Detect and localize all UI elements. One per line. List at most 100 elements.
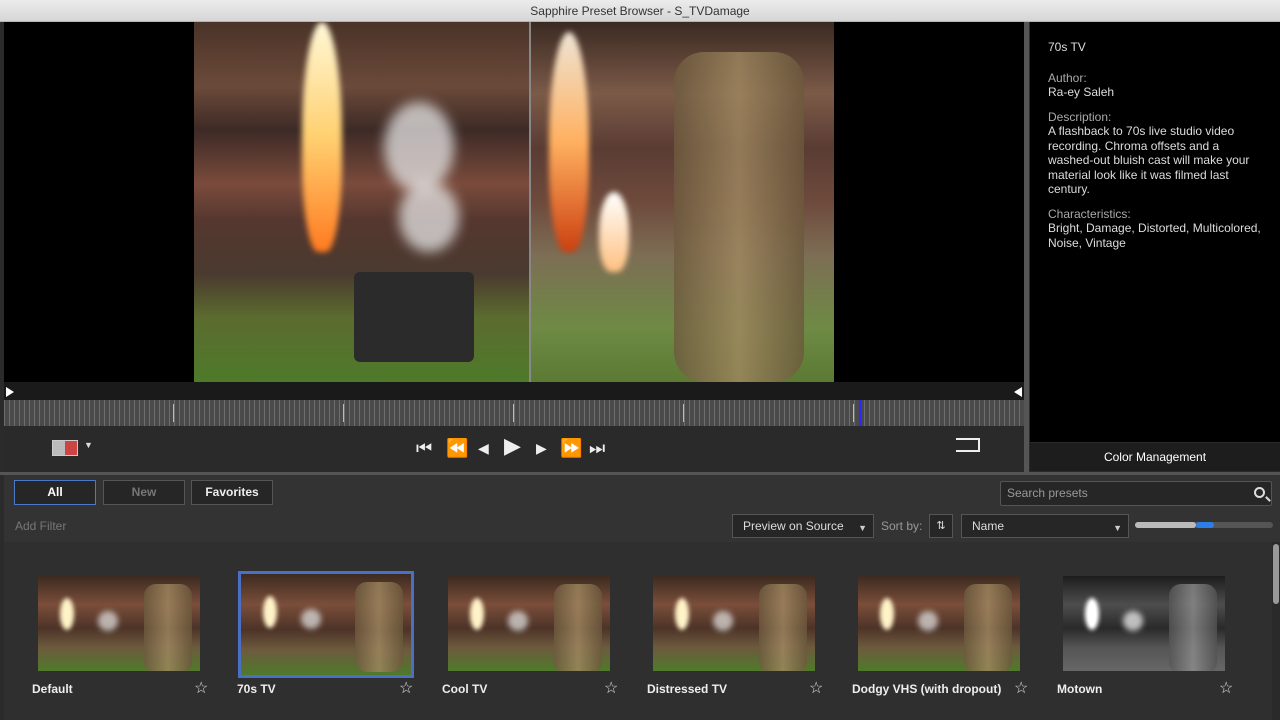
smoke-graphic bbox=[918, 611, 938, 631]
favorite-star-icon[interactable]: ☆ bbox=[604, 681, 618, 697]
preset-grid: Default ☆ 70s TV ☆ Cool TV ☆ Distressed TV ☆ Dod… bbox=[4, 542, 1272, 720]
preset-name: Default bbox=[32, 682, 73, 696]
timeline-tick bbox=[853, 404, 854, 422]
timeline-tick bbox=[173, 404, 174, 422]
preset-name: Cool TV bbox=[442, 682, 488, 696]
cheerleader-graphic bbox=[964, 584, 1012, 671]
preset-thumbnail[interactable] bbox=[653, 576, 815, 671]
smoke-graphic bbox=[713, 611, 733, 631]
slider-fill bbox=[1135, 522, 1196, 528]
preview-viewer bbox=[4, 22, 1024, 382]
timeline-tick bbox=[513, 404, 514, 422]
characteristics-label: Characteristics: bbox=[1048, 206, 1131, 221]
preset-name: Dodgy VHS (with dropout) bbox=[852, 682, 1002, 696]
favorite-star-icon[interactable]: ☆ bbox=[809, 681, 823, 697]
color-management-button[interactable]: Color Management bbox=[1030, 443, 1280, 471]
vehicle-graphic bbox=[354, 272, 474, 362]
tab-all[interactable]: All bbox=[14, 480, 96, 505]
cheerleader-graphic bbox=[554, 584, 602, 671]
flame-graphic bbox=[302, 22, 342, 252]
description-value: A flashback to 70s live studio video rec… bbox=[1048, 124, 1250, 196]
preset-name: Distressed TV bbox=[647, 682, 728, 696]
preset-tile[interactable]: 70s TV ☆ bbox=[237, 571, 432, 720]
preset-tile[interactable]: Dodgy VHS (with dropout) ☆ bbox=[852, 572, 1047, 720]
preset-thumbnail[interactable] bbox=[238, 571, 414, 678]
slider-knob[interactable] bbox=[1195, 522, 1214, 528]
sort-value: Name bbox=[972, 519, 1005, 533]
preset-tile[interactable]: Distressed TV ☆ bbox=[647, 572, 842, 720]
preset-tile[interactable]: Motown ☆ bbox=[1057, 572, 1252, 720]
transport-bar: ▼ ⏮ ⏪ ◀ ▶ ▶ ⏩ ⏭ bbox=[4, 426, 1024, 472]
cheerleader-graphic bbox=[674, 52, 804, 382]
flame-graphic bbox=[60, 598, 74, 630]
tab-favorites[interactable]: Favorites bbox=[191, 480, 273, 505]
search-input[interactable]: Search presets bbox=[1000, 481, 1272, 506]
preset-name: Motown bbox=[1057, 682, 1103, 696]
preset-name: 70s TV bbox=[237, 682, 276, 696]
smoke-graphic bbox=[399, 182, 459, 252]
go-to-end-icon[interactable]: ⏭ bbox=[589, 436, 605, 460]
effect-half bbox=[529, 22, 834, 382]
loop-icon[interactable] bbox=[956, 438, 980, 452]
preset-tile[interactable]: Default ☆ bbox=[32, 572, 227, 720]
preset-thumbnail[interactable] bbox=[448, 576, 610, 671]
favorite-star-icon[interactable]: ☆ bbox=[1219, 681, 1233, 697]
playhead[interactable] bbox=[858, 400, 862, 426]
add-filter-link[interactable]: Add Filter bbox=[15, 519, 66, 533]
cheerleader-graphic bbox=[144, 584, 192, 671]
preset-tile[interactable]: Cool TV ☆ bbox=[442, 572, 637, 720]
frame-forward-icon[interactable]: ▶ bbox=[536, 436, 547, 460]
author-label: Author: bbox=[1048, 70, 1087, 85]
sort-order-icon[interactable]: ⇅ bbox=[929, 514, 953, 538]
preview-frame bbox=[194, 22, 834, 382]
author-value: Ra-ey Saleh bbox=[1048, 85, 1115, 99]
thumbnail-size-slider[interactable] bbox=[1135, 522, 1273, 528]
favorite-star-icon[interactable]: ☆ bbox=[1014, 681, 1028, 697]
search-icon[interactable] bbox=[1254, 487, 1265, 498]
smoke-graphic bbox=[301, 609, 321, 629]
frame-back-icon[interactable]: ◀ bbox=[478, 436, 489, 460]
flame-graphic bbox=[470, 598, 484, 630]
flame-graphic bbox=[549, 32, 589, 252]
sort-select[interactable]: Name ▼ bbox=[961, 514, 1129, 538]
favorite-star-icon[interactable]: ☆ bbox=[399, 681, 413, 697]
preset-thumbnail[interactable] bbox=[38, 576, 200, 671]
play-icon[interactable]: ▶ bbox=[504, 434, 521, 458]
favorite-star-icon[interactable]: ☆ bbox=[194, 681, 208, 697]
split-divider[interactable] bbox=[529, 22, 531, 382]
flame-graphic bbox=[675, 598, 689, 630]
scrollbar-thumb[interactable] bbox=[1273, 544, 1279, 604]
cheerleader-graphic bbox=[1169, 584, 1217, 671]
source-half bbox=[194, 22, 529, 382]
smoke-graphic bbox=[508, 611, 528, 631]
panel-divider[interactable] bbox=[1024, 22, 1029, 472]
chevron-down-icon[interactable]: ▼ bbox=[84, 440, 93, 450]
preset-info-panel: 70s TV Author: Ra-ey Saleh Description: … bbox=[1030, 22, 1280, 442]
chevron-down-icon: ▼ bbox=[858, 523, 867, 533]
window-title: Sapphire Preset Browser - S_TVDamage bbox=[0, 0, 1280, 22]
preset-thumbnail[interactable] bbox=[858, 576, 1020, 671]
tab-new[interactable]: New bbox=[103, 480, 185, 505]
step-forward-icon[interactable]: ⏩ bbox=[560, 436, 582, 460]
cheerleader-graphic bbox=[759, 584, 807, 671]
timeline-tick bbox=[683, 404, 684, 422]
characteristics-value: Bright, Damage, Distorted, Multicolored,… bbox=[1048, 221, 1261, 250]
preset-thumbnail[interactable] bbox=[1063, 576, 1225, 671]
sort-label: Sort by: bbox=[881, 519, 923, 533]
search-placeholder: Search presets bbox=[1007, 486, 1088, 500]
timeline-scrubber[interactable] bbox=[4, 400, 1024, 426]
grid-scrollbar[interactable] bbox=[1272, 542, 1280, 720]
in-out-bar[interactable] bbox=[4, 382, 1024, 400]
description-label: Description: bbox=[1048, 109, 1112, 124]
go-to-start-icon[interactable]: ⏮ bbox=[416, 436, 432, 460]
cheerleader-graphic bbox=[355, 582, 403, 672]
step-back-icon[interactable]: ⏪ bbox=[446, 436, 468, 460]
flame-graphic bbox=[263, 596, 277, 628]
in-point-marker[interactable] bbox=[6, 387, 14, 397]
flame-graphic bbox=[1085, 598, 1099, 630]
compare-split-icon[interactable] bbox=[52, 440, 78, 456]
smoke-graphic bbox=[384, 102, 454, 192]
preview-mode-select[interactable]: Preview on Source ▼ bbox=[732, 514, 874, 538]
flame-graphic bbox=[599, 192, 629, 272]
out-point-marker[interactable] bbox=[1014, 387, 1022, 397]
